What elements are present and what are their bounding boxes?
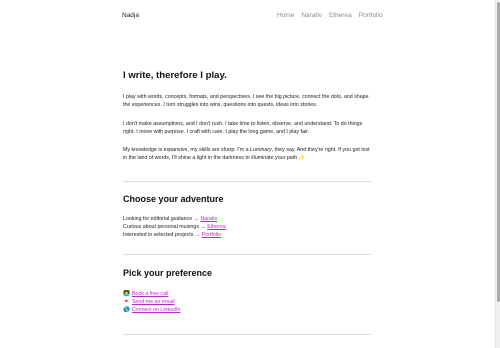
love-letter-icon: 💌 — [123, 299, 130, 305]
intro-paragraph-2: I don't make assumptions, and I don't ru… — [123, 121, 363, 135]
main-nav: Home Narativ Etherea Portfolio — [277, 12, 383, 19]
nav-narativ[interactable]: Narativ — [301, 12, 322, 19]
book-call-link[interactable]: Book a free call — [132, 291, 169, 297]
adventure-row-text: Looking for editorial guidance → — [123, 216, 201, 222]
linkedin-link[interactable]: Connect on LinkedIn — [132, 307, 181, 313]
adventure-row: Interested in selected projects → Portfo… — [123, 232, 221, 240]
adventure-row: Curious about personal musings → Etherea — [123, 224, 226, 232]
page: Nadja Home Narativ Etherea Portfolio I w… — [0, 0, 495, 348]
email-link[interactable]: Send me an email — [132, 299, 175, 305]
adventure-row: Looking for editorial guidance → Narativ — [123, 216, 217, 224]
preference-title: Pick your preference — [123, 268, 213, 278]
adventure-row-text: Interested in selected projects → — [123, 232, 202, 238]
nav-home[interactable]: Home — [277, 12, 294, 19]
intro-title: I write, therefore I play. — [123, 70, 227, 81]
adventure-title: Choose your adventure — [123, 194, 224, 204]
preference-row: 🌎 Connect on LinkedIn — [123, 307, 180, 315]
preference-row: 💌 Send me an email — [123, 299, 175, 307]
intro-paragraph-1: I play with words, concepts, formats, an… — [123, 94, 369, 108]
divider — [123, 254, 371, 255]
link-narativ[interactable]: Narativ — [200, 216, 217, 222]
divider — [123, 181, 371, 182]
site-header: Nadja Home Narativ Etherea Portfolio — [122, 12, 383, 24]
link-portfolio[interactable]: Portfolio — [202, 232, 221, 238]
nav-portfolio[interactable]: Portfolio — [359, 12, 383, 19]
nav-etherea[interactable]: Etherea — [329, 12, 352, 19]
globe-icon: 🌎 — [123, 307, 130, 313]
intro-p3-em: Luminary — [250, 147, 272, 153]
vertical-scrollbar[interactable] — [495, 0, 500, 348]
preference-row: 👩‍💻 Book a free call — [123, 291, 168, 299]
link-etherea[interactable]: Etherea — [207, 224, 226, 230]
divider — [123, 334, 371, 335]
brand-name[interactable]: Nadja — [122, 12, 139, 19]
person-laptop-icon: 👩‍💻 — [123, 291, 130, 297]
adventure-row-text: Curious about personal musings → — [123, 224, 208, 230]
intro-p3-before: My knowledge is expansive, my skills are… — [123, 147, 251, 153]
intro-paragraph-3: My knowledge is expansive, my skills are… — [123, 146, 373, 162]
